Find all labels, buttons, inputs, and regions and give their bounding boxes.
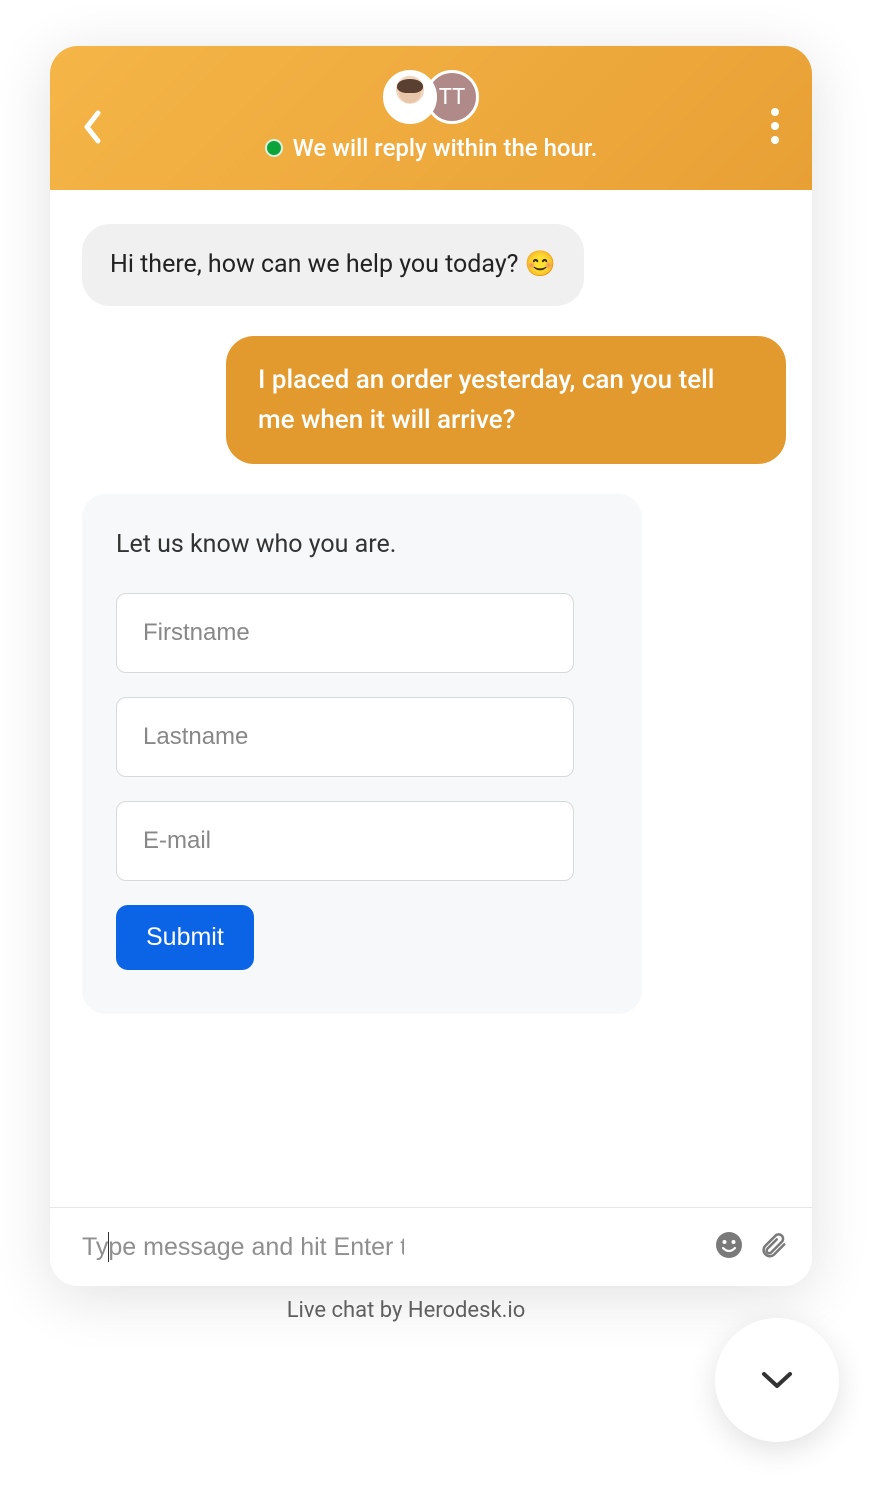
paperclip-icon (758, 1230, 788, 1260)
lastname-input[interactable] (116, 697, 574, 777)
attachment-button[interactable] (758, 1230, 788, 1264)
identify-form-card: Let us know who you are. Submit (82, 494, 642, 1014)
online-status-dot (265, 139, 283, 157)
status-text: We will reply within the hour. (293, 134, 598, 162)
more-vertical-icon (770, 106, 780, 146)
chat-header: TT We will reply within the hour. (50, 46, 812, 190)
message-outgoing-wrap: I placed an order yesterday, can you tel… (82, 336, 786, 465)
email-input[interactable] (116, 801, 574, 881)
close-widget-fab[interactable] (715, 1318, 839, 1442)
chevron-left-icon (82, 110, 104, 144)
text-caret (108, 1232, 109, 1262)
emoji-button[interactable] (714, 1230, 744, 1264)
agent-avatars: TT (383, 70, 479, 124)
agent-avatar-1 (383, 70, 437, 124)
more-button[interactable] (770, 106, 780, 150)
chevron-down-icon (760, 1369, 794, 1391)
emoji-icon (714, 1230, 744, 1260)
message-outgoing: I placed an order yesterday, can you tel… (226, 336, 786, 465)
composer (50, 1207, 812, 1286)
conversation-area: Hi there, how can we help you today? 😊 I… (50, 190, 812, 1207)
back-button[interactable] (82, 110, 104, 148)
firstname-input[interactable] (116, 593, 574, 673)
chat-widget: TT We will reply within the hour. Hi the… (50, 46, 812, 1286)
composer-field-wrap (78, 1233, 700, 1262)
status-row: We will reply within the hour. (265, 134, 598, 162)
footer-credit[interactable]: Live chat by Herodesk.io (0, 1298, 812, 1323)
message-incoming: Hi there, how can we help you today? 😊 (82, 224, 584, 306)
form-title: Let us know who you are. (116, 530, 608, 559)
submit-button[interactable]: Submit (116, 905, 254, 970)
message-input[interactable] (78, 1233, 404, 1262)
